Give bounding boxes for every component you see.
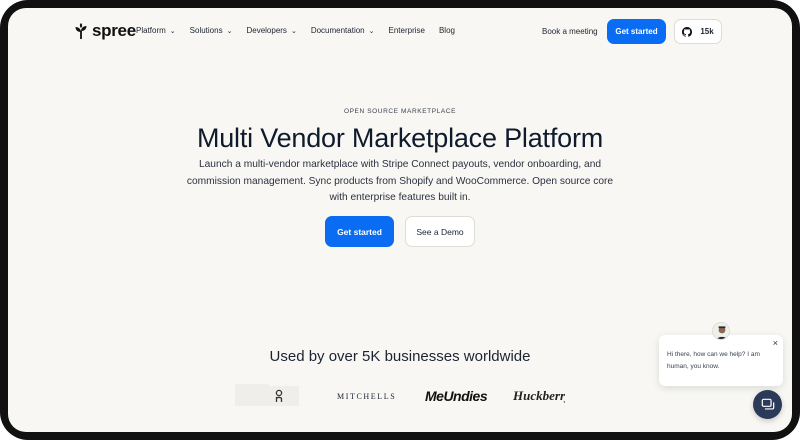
customer-logo-meundies: MeUndies (425, 388, 488, 404)
nav-item-label: Blog (438, 26, 455, 35)
nav-item-label: Platform (136, 26, 166, 35)
nav-item-label: Documentation (310, 26, 365, 35)
chat-launcher-button[interactable] (753, 390, 782, 419)
nav-item-label: Enterprise (388, 26, 425, 35)
nav-item-solutions[interactable]: Solutions ⌄ (190, 26, 233, 35)
nav-item-enterprise[interactable]: Enterprise (389, 26, 425, 35)
spree-leaf-icon (75, 23, 87, 39)
hero-subtitle: Launch a multi-vendor marketplace with S… (186, 159, 614, 203)
hero-eyebrow: OPEN SOURCE MARKETPLACE (343, 108, 457, 115)
github-star-count: 15k (700, 27, 714, 36)
main-menu: Platform ⌄ Solutions ⌄ Developers ⌄ Docu… (136, 26, 469, 35)
nav-item-documentation[interactable]: Documentation ⌄ (311, 26, 375, 35)
brand-name: spree (92, 21, 136, 40)
chat-message: Hi there, how can we help? I am human, y… (667, 351, 760, 370)
see-demo-button[interactable]: See a Demo (405, 216, 475, 247)
nav-item-label: Developers (246, 26, 287, 35)
hero-get-started-button[interactable]: Get started (325, 216, 394, 247)
device-frame: spree Platform ⌄ Solutions ⌄ Developers … (0, 0, 800, 440)
book-meeting-link[interactable]: Book a meeting (542, 27, 598, 36)
top-navigation: spree Platform ⌄ Solutions ⌄ Developers … (8, 8, 792, 56)
nav-item-developers[interactable]: Developers ⌄ (246, 26, 296, 35)
browser-viewport: spree Platform ⌄ Solutions ⌄ Developers … (8, 8, 792, 432)
chat-icon (761, 398, 774, 410)
nav-item-blog[interactable]: Blog (439, 26, 455, 35)
chevron-down-icon: ⌄ (169, 27, 176, 35)
huckberry-wordmark: Huckberry (513, 388, 565, 403)
chevron-down-icon: ⌄ (368, 27, 375, 35)
customer-logo-placeholder (235, 384, 269, 406)
avatar (712, 322, 730, 340)
github-icon (682, 26, 693, 37)
customer-logo-on (269, 386, 299, 406)
on-logo-icon (275, 389, 283, 402)
customer-logo-huckberry: Huckberry (513, 388, 565, 406)
chat-greeting-bubble[interactable]: × Hi there, how can we help? I am human,… (659, 335, 783, 386)
chevron-down-icon: ⌄ (226, 27, 233, 35)
github-stars-button[interactable]: 15k (674, 19, 722, 44)
nav-item-platform[interactable]: Platform ⌄ (136, 26, 176, 35)
hero-title: Multi Vendor Marketplace Platform (196, 123, 604, 153)
customer-logo-strip: MITCHELLS MeUndies Huckberry (235, 384, 568, 408)
customer-logo-mitchells: MITCHELLS (337, 392, 397, 401)
nav-get-started-button[interactable]: Get started (607, 19, 666, 44)
nav-item-label: Solutions (189, 26, 223, 35)
close-icon[interactable]: × (773, 337, 778, 349)
chevron-down-icon: ⌄ (290, 27, 297, 35)
brand-logo[interactable]: spree (74, 21, 136, 41)
